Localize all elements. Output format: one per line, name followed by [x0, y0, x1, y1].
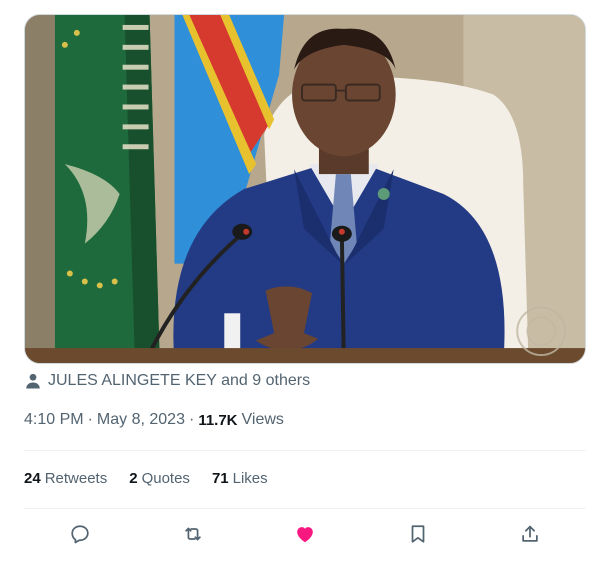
engagement-stats: 24 Retweets 2 Quotes 71 Likes [24, 470, 268, 487]
likes-count: 71 [211, 470, 229, 487]
retweets-count: 24 [24, 470, 41, 487]
action-bar [24, 514, 586, 556]
quotes-label: Quotes [141, 470, 190, 487]
likes-stat[interactable]: 71 Likes [212, 470, 268, 487]
retweets-stat[interactable]: 24 Retweets [24, 470, 107, 487]
tweet-time[interactable]: 4:10 PM [24, 411, 84, 429]
share-icon [519, 523, 541, 545]
share-button[interactable] [510, 514, 550, 554]
views-count: 11.7K [198, 411, 238, 429]
tagged-people[interactable]: JULES ALINGETE KEY and 9 others [24, 370, 310, 392]
reply-button[interactable] [60, 514, 100, 554]
tweet-meta: 4:10 PM · May 8, 2023 · 11.7K Views [24, 411, 284, 429]
quotes-stat[interactable]: 2 Quotes [129, 470, 190, 487]
meta-separator: · [87, 411, 93, 428]
like-button[interactable] [285, 514, 325, 554]
reply-icon [69, 523, 91, 545]
tweet-detail: JULES ALINGETE KEY and 9 others 4:10 PM … [0, 0, 604, 578]
tweet-photo[interactable] [24, 14, 586, 364]
person-icon [24, 372, 42, 390]
likes-label: Likes [232, 470, 268, 487]
bookmark-button[interactable] [398, 514, 438, 554]
like-icon [294, 523, 316, 545]
divider [24, 450, 586, 451]
quotes-count: 2 [129, 470, 138, 487]
tweet-date[interactable]: May 8, 2023 [97, 411, 185, 429]
retweet-button[interactable] [173, 514, 213, 554]
photo-image [25, 15, 585, 363]
views-label: Views [241, 411, 284, 428]
retweets-label: Retweets [44, 470, 108, 487]
divider [24, 508, 586, 509]
meta-separator: · [188, 411, 195, 428]
retweet-icon [182, 523, 204, 545]
bookmark-icon [407, 523, 429, 545]
tagged-people-text: JULES ALINGETE KEY and 9 others [48, 372, 311, 389]
